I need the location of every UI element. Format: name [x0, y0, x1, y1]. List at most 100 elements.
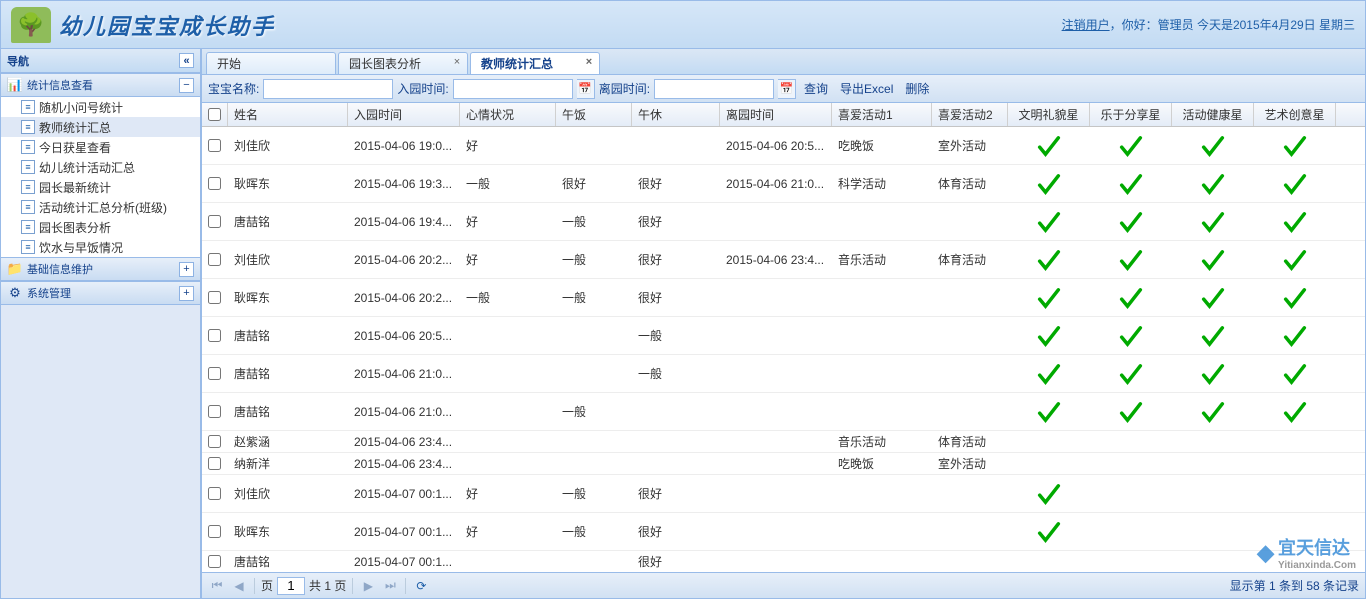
col-in-time[interactable]: 入园时间: [348, 103, 460, 126]
star-cell: [1172, 246, 1254, 274]
tree-item[interactable]: ≡今日获星查看: [1, 137, 200, 157]
last-page-icon[interactable]: ⏭: [381, 577, 399, 595]
col-star-polite[interactable]: 文明礼貌星: [1008, 103, 1090, 126]
page-number-input[interactable]: [277, 577, 305, 595]
table-row[interactable]: 纳新洋 2015-04-06 23:4... 吃晚饭 室外活动: [202, 453, 1365, 475]
star-cell: [1090, 284, 1172, 312]
row-checkbox[interactable]: [208, 435, 221, 448]
tab[interactable]: 教师统计汇总×: [470, 52, 600, 74]
out-time-date-picker-icon[interactable]: 📅: [778, 79, 796, 99]
row-checkbox[interactable]: [208, 525, 221, 538]
star-cell: [1254, 208, 1336, 236]
tree-item[interactable]: ≡教师统计汇总: [1, 117, 200, 137]
col-lunch[interactable]: 午饭: [556, 103, 632, 126]
star-cell: [1090, 132, 1172, 160]
logout-link[interactable]: 注销用户: [1062, 18, 1110, 32]
out-time-input[interactable]: [654, 79, 774, 99]
row-checkbox[interactable]: [208, 253, 221, 266]
star-cell: [1172, 170, 1254, 198]
collapse-icon[interactable]: −: [179, 78, 194, 93]
col-activity2[interactable]: 喜爱活动2: [932, 103, 1008, 126]
col-nap[interactable]: 午休: [632, 103, 720, 126]
in-time-input[interactable]: [453, 79, 573, 99]
row-checkbox[interactable]: [208, 555, 221, 568]
app-title: 幼儿园宝宝成长助手: [59, 9, 275, 41]
accordion-panel-0[interactable]: 📊统计信息查看−: [1, 73, 200, 97]
row-checkbox[interactable]: [208, 367, 221, 380]
tree-item[interactable]: ≡园长图表分析: [1, 217, 200, 237]
accordion-panel-2[interactable]: ⚙系统管理+: [1, 281, 200, 305]
star-cell: [1254, 170, 1336, 198]
col-star-art[interactable]: 艺术创意星: [1254, 103, 1336, 126]
col-activity1[interactable]: 喜爱活动1: [832, 103, 932, 126]
col-star-share[interactable]: 乐于分享星: [1090, 103, 1172, 126]
in-time-label: 入园时间:: [397, 80, 448, 97]
star-cell: [1008, 398, 1090, 426]
star-cell: [1008, 360, 1090, 388]
tree-item[interactable]: ≡饮水与早饭情况: [1, 237, 200, 257]
col-name[interactable]: 姓名: [228, 103, 348, 126]
tab[interactable]: 开始: [206, 52, 336, 74]
table-row[interactable]: 刘佳欣 2015-04-07 00:1... 好 一般 很好: [202, 475, 1365, 513]
row-checkbox[interactable]: [208, 139, 221, 152]
tab-strip: 开始园长图表分析×教师统计汇总×: [202, 49, 1365, 75]
tree-item[interactable]: ≡园长最新统计: [1, 177, 200, 197]
first-page-icon[interactable]: ⏮: [208, 577, 226, 595]
tab[interactable]: 园长图表分析×: [338, 52, 468, 74]
table-row[interactable]: 耿晖东 2015-04-06 20:2... 一般 一般 很好: [202, 279, 1365, 317]
in-time-date-picker-icon[interactable]: 📅: [577, 79, 595, 99]
accordion-panel-1[interactable]: 📁基础信息维护+: [1, 257, 200, 281]
tree-item[interactable]: ≡活动统计汇总分析(班级): [1, 197, 200, 217]
star-cell: [1090, 360, 1172, 388]
table-row[interactable]: 耿晖东 2015-04-07 00:1... 好 一般 很好: [202, 513, 1365, 551]
close-tab-icon[interactable]: ×: [451, 56, 463, 68]
table-row[interactable]: 刘佳欣 2015-04-06 19:0... 好 2015-04-06 20:5…: [202, 127, 1365, 165]
tree-item[interactable]: ≡幼儿统计活动汇总: [1, 157, 200, 177]
export-excel-button[interactable]: 导出Excel: [836, 80, 897, 97]
star-cell: [1172, 398, 1254, 426]
table-row[interactable]: 唐喆铭 2015-04-06 21:0... 一般: [202, 355, 1365, 393]
tree-item[interactable]: ≡随机小问号统计: [1, 97, 200, 117]
user-info: 注销用户，你好：管理员 今天是2015年4月29日 星期三: [1062, 16, 1355, 33]
row-checkbox[interactable]: [208, 487, 221, 500]
table-row[interactable]: 唐喆铭 2015-04-06 20:5... 一般: [202, 317, 1365, 355]
table-row[interactable]: 赵紫涵 2015-04-06 23:4... 音乐活动 体育活动: [202, 431, 1365, 453]
expand-icon[interactable]: +: [179, 286, 194, 301]
row-checkbox[interactable]: [208, 215, 221, 228]
table-row[interactable]: 唐喆铭 2015-04-07 00:1... 很好: [202, 551, 1365, 572]
tree-leaf-icon: ≡: [21, 120, 35, 134]
page-post-label: 共 1 页: [309, 577, 346, 594]
close-tab-icon[interactable]: ×: [583, 56, 595, 68]
row-checkbox[interactable]: [208, 329, 221, 342]
col-star-health[interactable]: 活动健康星: [1172, 103, 1254, 126]
row-checkbox[interactable]: [208, 405, 221, 418]
star-cell: [1090, 246, 1172, 274]
delete-button[interactable]: 删除: [901, 80, 933, 97]
pager: ⏮ ◀ 页 共 1 页 ▶ ⏭ ⟳ 显示第 1 条到 58 条记录: [202, 572, 1365, 598]
tree-leaf-icon: ≡: [21, 160, 35, 174]
refresh-icon[interactable]: ⟳: [412, 577, 430, 595]
col-out-time[interactable]: 离园时间: [720, 103, 832, 126]
star-cell: [1008, 284, 1090, 312]
table-row[interactable]: 刘佳欣 2015-04-06 20:2... 好 一般 很好 2015-04-0…: [202, 241, 1365, 279]
row-checkbox[interactable]: [208, 177, 221, 190]
col-mood[interactable]: 心情状况: [460, 103, 556, 126]
query-button[interactable]: 查询: [800, 80, 832, 97]
select-all-checkbox[interactable]: [208, 108, 221, 121]
baby-name-input[interactable]: [263, 79, 393, 99]
tree-leaf-icon: ≡: [21, 200, 35, 214]
row-checkbox[interactable]: [208, 291, 221, 304]
row-checkbox[interactable]: [208, 457, 221, 470]
prev-page-icon[interactable]: ◀: [230, 577, 248, 595]
main-panel: 开始园长图表分析×教师统计汇总× 宝宝名称: 入园时间: 📅 离园时间: 📅 查…: [201, 49, 1365, 598]
collapse-sidebar-icon[interactable]: «: [179, 53, 194, 68]
table-row[interactable]: 耿晖东 2015-04-06 19:3... 一般 很好 很好 2015-04-…: [202, 165, 1365, 203]
star-cell: [1008, 322, 1090, 350]
star-cell: [1090, 322, 1172, 350]
grid-body[interactable]: 刘佳欣 2015-04-06 19:0... 好 2015-04-06 20:5…: [202, 127, 1365, 572]
next-page-icon[interactable]: ▶: [359, 577, 377, 595]
table-row[interactable]: 唐喆铭 2015-04-06 19:4... 好 一般 很好: [202, 203, 1365, 241]
panel-icon: 📊: [7, 77, 23, 93]
table-row[interactable]: 唐喆铭 2015-04-06 21:0... 一般: [202, 393, 1365, 431]
expand-icon[interactable]: +: [179, 262, 194, 277]
